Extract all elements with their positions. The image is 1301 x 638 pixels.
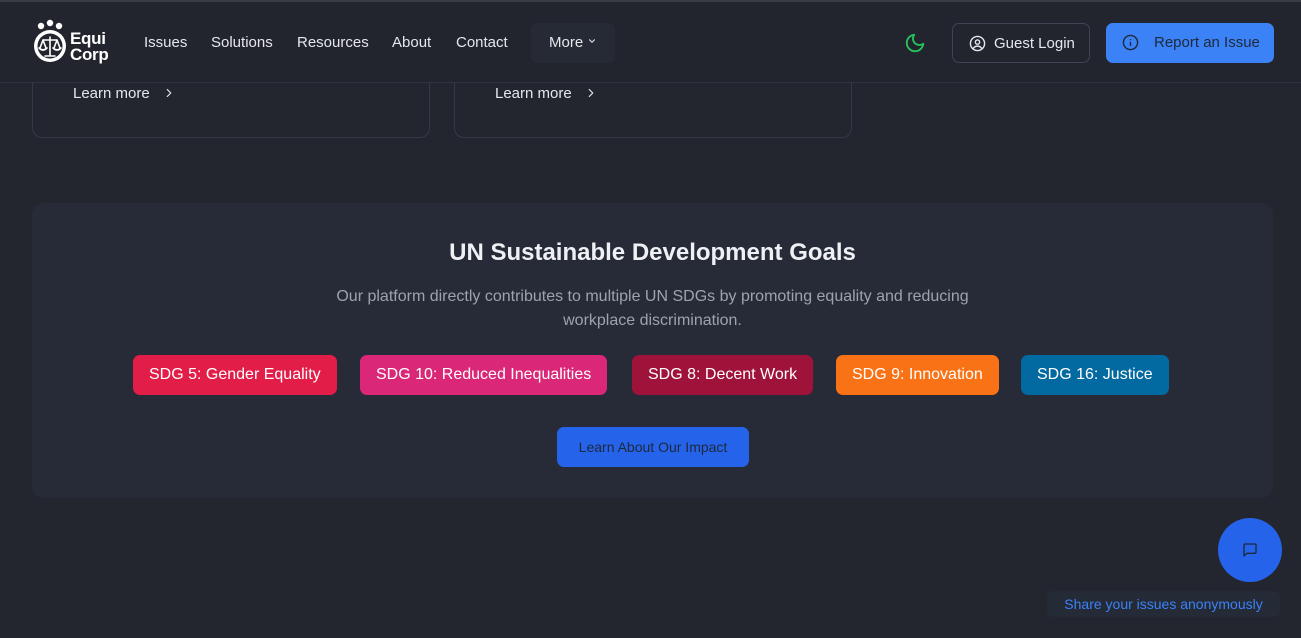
info-icon xyxy=(1122,34,1139,51)
nav-more-dropdown[interactable]: More xyxy=(531,23,615,63)
brand-logo[interactable]: Equi Corp xyxy=(32,16,116,68)
nav-issues[interactable]: Issues xyxy=(144,34,187,51)
chat-tooltip: Share your issues anonymously xyxy=(1047,591,1280,617)
learn-more-link[interactable]: Learn more xyxy=(73,85,176,102)
report-issue-button[interactable]: Report an Issue xyxy=(1106,23,1274,63)
nav-about[interactable]: About xyxy=(392,34,431,51)
learn-impact-button[interactable]: Learn About Our Impact xyxy=(557,427,749,467)
user-circle-icon xyxy=(969,35,986,52)
brand-name-line2: Corp xyxy=(70,45,109,64)
chevron-right-icon xyxy=(588,88,594,98)
sdg-description: Our platform directly contributes to mul… xyxy=(336,288,969,329)
sdg-badge-justice: SDG 16: Justice xyxy=(1021,355,1169,395)
message-square-icon xyxy=(1243,543,1257,557)
theme-toggle-button[interactable] xyxy=(904,32,926,54)
chevron-down-icon xyxy=(589,39,596,43)
chat-button[interactable] xyxy=(1218,518,1282,582)
scales-logo-icon xyxy=(34,19,66,62)
sdg-badge-innovation: SDG 9: Innovation xyxy=(836,355,999,395)
guest-login-button[interactable]: Guest Login xyxy=(952,23,1090,63)
nav-resources[interactable]: Resources xyxy=(297,34,369,51)
nav-solutions[interactable]: Solutions xyxy=(211,34,273,51)
learn-more-link[interactable]: Learn more xyxy=(495,85,598,102)
sdg-section: UN Sustainable Development Goals Our pla… xyxy=(32,203,1273,498)
sdg-badge-reduced-inequalities: SDG 10: Reduced Inequalities xyxy=(360,355,608,395)
moon-icon xyxy=(905,33,925,53)
site-header: Equi Corp Issues Solutions Resources Abo… xyxy=(0,2,1301,83)
nav-contact[interactable]: Contact xyxy=(456,34,508,51)
chevron-right-icon xyxy=(166,88,172,98)
sdg-badge-decent-work: SDG 8: Decent Work xyxy=(632,355,814,395)
sdg-title: UN Sustainable Development Goals xyxy=(449,239,856,266)
sdg-badge-gender-equality: SDG 5: Gender Equality xyxy=(133,355,337,395)
